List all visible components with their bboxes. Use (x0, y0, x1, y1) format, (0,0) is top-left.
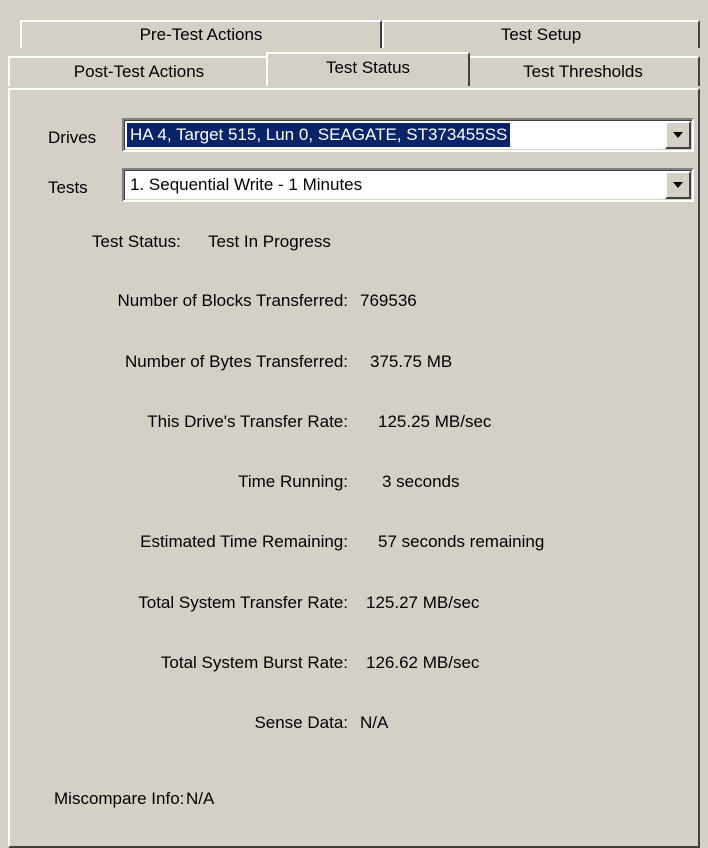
tab-label: Pre-Test Actions (139, 25, 263, 44)
chevron-down-icon (673, 132, 683, 138)
tab-test-status[interactable]: Test Status (266, 52, 470, 86)
tab-label: Post-Test Actions (73, 62, 205, 81)
miscompare-info-value: N/A (186, 789, 215, 808)
chevron-down-icon (673, 182, 683, 188)
blocks-transferred-label: Number of Blocks Transferred: (117, 291, 348, 310)
sense-data-value: N/A (360, 713, 389, 732)
test-status-panel: Drives HA 4, Target 515, Lun 0, SEAGATE,… (8, 88, 700, 848)
tests-label: Tests (48, 178, 88, 197)
tab-pre-test-actions[interactable]: Pre-Test Actions (20, 20, 382, 48)
bytes-transferred-value: 375.75 MB (370, 352, 453, 371)
tab-label: Test Thresholds (523, 62, 643, 81)
total-system-transfer-rate-value: 125.27 MB/sec (366, 593, 480, 612)
tab-label: Test Setup (500, 25, 582, 44)
time-running-label: Time Running: (238, 472, 348, 491)
tab-post-test-actions[interactable]: Post-Test Actions (8, 56, 270, 86)
drives-dropdown[interactable]: HA 4, Target 515, Lun 0, SEAGATE, ST3734… (122, 118, 694, 152)
time-running-value: 3 seconds (382, 472, 460, 491)
estimated-time-remaining-value: 57 seconds remaining (378, 532, 545, 551)
tests-dropdown-button[interactable] (665, 171, 691, 199)
total-system-burst-rate-value: 126.62 MB/sec (366, 653, 480, 672)
tests-dropdown[interactable]: 1. Sequential Write - 1 Minutes (122, 168, 694, 202)
miscompare-info-label: Miscompare Info: (54, 789, 185, 808)
estimated-time-remaining-label: Estimated Time Remaining: (140, 532, 348, 551)
drives-label: Drives (48, 128, 97, 147)
tab-label: Test Status (325, 58, 411, 77)
bytes-transferred-label: Number of Bytes Transferred: (125, 352, 348, 371)
drives-dropdown-button[interactable] (665, 121, 691, 149)
test-status-label: Test Status: (92, 232, 181, 251)
drive-transfer-rate-label: This Drive's Transfer Rate: (147, 412, 348, 431)
tests-selected-value: 1. Sequential Write - 1 Minutes (130, 175, 363, 194)
sense-data-label: Sense Data: (254, 713, 348, 732)
test-status-value: Test In Progress (208, 232, 331, 251)
tab-test-thresholds[interactable]: Test Thresholds (466, 56, 700, 86)
total-system-transfer-rate-label: Total System Transfer Rate: (138, 593, 348, 612)
drives-selected-value: HA 4, Target 515, Lun 0, SEAGATE, ST3734… (127, 123, 511, 147)
drive-transfer-rate-value: 125.25 MB/sec (378, 412, 492, 431)
tab-test-setup[interactable]: Test Setup (382, 20, 700, 48)
total-system-burst-rate-label: Total System Burst Rate: (160, 653, 348, 672)
blocks-transferred-value: 769536 (360, 291, 417, 310)
